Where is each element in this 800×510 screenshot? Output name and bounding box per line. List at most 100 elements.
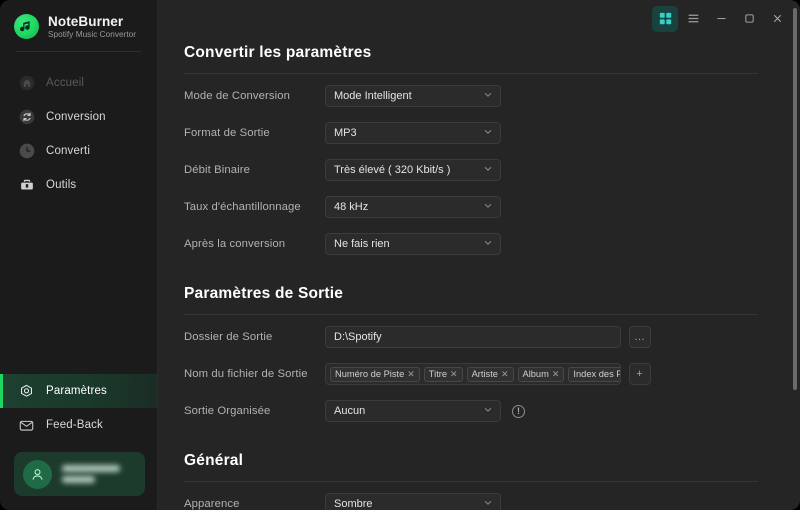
select-value: Très élevé ( 320 Kbit/s ) [334,164,451,176]
select-value: Ne fais rien [334,238,390,250]
chevron-down-icon [483,201,493,214]
apres-la-conversion-select[interactable]: Ne fais rien [325,233,501,255]
row-nom-du-fichier-de-sortie: Nom du fichier de Sortie Numéro de Piste… [184,359,800,389]
chip-label: Album [522,369,549,379]
section-title: Convertir les paramètres [184,44,372,61]
select-value: MP3 [334,127,357,139]
toolbox-icon [18,177,35,194]
row-label: Après la conversion [184,238,286,250]
select-value: Sombre [334,498,373,510]
chevron-down-icon [483,90,493,103]
brand-divider [16,51,141,53]
chip-label: Numéro de Piste [335,369,405,379]
row-label: Taux d'échantillonnage [184,201,301,213]
taux-d-echantillonnage-select[interactable]: 48 kHz [325,196,501,218]
input-value: D:\Spotify [334,331,382,343]
chip-label: Index des Playli [573,369,620,379]
debit-binaire-select[interactable]: Très élevé ( 320 Kbit/s ) [325,159,501,181]
sortie-organisee-select[interactable]: Aucun [325,400,501,422]
chevron-down-icon [483,127,493,140]
app-window: NoteBurner Spotify Music Convertor Accue… [0,0,800,510]
user-avatar-icon [23,459,52,489]
tag-chip[interactable]: Index des Playli [568,366,620,382]
sidebar-item-label: Conversion [46,111,106,124]
chevron-down-icon [483,238,493,251]
row-label: Sortie Organisée [184,405,271,417]
tag-chip[interactable]: Album ✕ [517,366,565,382]
section-divider [184,481,758,482]
sidebar-item-label: Outils [46,179,77,192]
row-apparence: Apparence Sombre [184,489,800,510]
row-label: Mode de Conversion [184,90,291,102]
select-value: Mode Intelligent [334,90,412,102]
row-label: Nom du fichier de Sortie [184,368,308,380]
settings-gear-icon [18,383,35,400]
chevron-down-icon [483,498,493,510]
chevron-down-icon [483,405,493,418]
row-label: Dossier de Sortie [184,331,273,343]
select-value: 48 kHz [334,201,369,213]
sync-refresh-icon [18,109,35,126]
row-dossier-de-sortie: Dossier de Sortie D:\Spotify … [184,322,800,352]
brand-name: NoteBurner [48,14,124,29]
section-divider [184,314,758,315]
sidebar-item-outils[interactable]: Outils [0,168,157,202]
sidebar-item-label: Paramètres [46,385,107,397]
row-format-de-sortie: Format de Sortie MP3 [184,118,800,148]
sidebar-item-label: Feed-Back [46,419,103,431]
sidebar-bottom: Paramètres Feed-Back [0,374,157,510]
brand-subtitle: Spotify Music Convertor [48,30,137,40]
user-name-obscured [62,465,120,472]
user-account-card[interactable] [14,452,145,496]
clock-history-icon [18,143,35,160]
mail-envelope-icon [18,417,35,434]
select-value: Aucun [334,405,366,417]
sidebar-item-converti[interactable]: Converti [0,134,157,168]
vertical-scrollbar[interactable] [793,8,797,390]
row-taux-d-echantillonnage: Taux d'échantillonnage 48 kHz [184,192,800,222]
sidebar-item-accueil[interactable]: Accueil [0,66,157,100]
tag-chip[interactable]: Numéro de Piste ✕ [330,366,420,382]
section-title: Paramètres de Sortie [184,285,344,302]
apparence-select[interactable]: Sombre [325,493,501,510]
dossier-de-sortie-input[interactable]: D:\Spotify [325,326,621,348]
mode-de-conversion-select[interactable]: Mode Intelligent [325,85,501,107]
chevron-down-icon [483,164,493,177]
user-plan-obscured [62,476,95,483]
sidebar-nav: Accueil Conversion Converti Outils [0,66,157,202]
chip-label: Titre [428,369,448,379]
row-apres-la-conversion: Après la conversion Ne fais rien [184,229,800,259]
sidebar-item-feedback[interactable]: Feed-Back [0,408,157,442]
remove-chip-icon[interactable]: ✕ [552,369,560,379]
sidebar: NoteBurner Spotify Music Convertor Accue… [0,0,158,510]
section-convertir-les-parametres: Convertir les paramètres Mode de Convers… [184,44,800,259]
sidebar-item-parametres[interactable]: Paramètres [0,374,157,408]
remove-chip-icon[interactable]: ✕ [407,369,415,379]
main-panel: Convertir les paramètres Mode de Convers… [158,0,800,510]
format-de-sortie-select[interactable]: MP3 [325,122,501,144]
section-parametres-de-sortie: Paramètres de Sortie Dossier de Sortie D… [184,285,800,426]
section-general: Général Apparence Sombre Langues Françai… [184,452,800,510]
section-title: Général [184,452,244,469]
sidebar-item-label: Accueil [46,77,85,90]
row-label: Format de Sortie [184,127,270,139]
sidebar-item-conversion[interactable]: Conversion [0,100,157,134]
music-note-icon [14,14,39,40]
add-tag-button[interactable]: + [629,363,651,385]
row-label: Débit Binaire [184,164,250,176]
row-label: Apparence [184,498,240,510]
filename-tags-field[interactable]: Numéro de Piste ✕ Titre ✕ Artiste ✕ Albu… [325,363,621,385]
remove-chip-icon[interactable]: ✕ [450,369,458,379]
chip-label: Artiste [471,369,498,379]
brand: NoteBurner Spotify Music Convertor [0,0,157,40]
info-exclamation-icon[interactable]: ! [512,404,525,418]
tag-chip[interactable]: Artiste ✕ [466,366,514,382]
remove-chip-icon[interactable]: ✕ [501,369,509,379]
tag-chip[interactable]: Titre ✕ [423,366,463,382]
row-sortie-organisee: Sortie Organisée Aucun ! [184,396,800,426]
browse-folder-button[interactable]: … [629,326,651,348]
row-mode-de-conversion: Mode de Conversion Mode Intelligent [184,81,800,111]
section-divider [184,73,758,74]
